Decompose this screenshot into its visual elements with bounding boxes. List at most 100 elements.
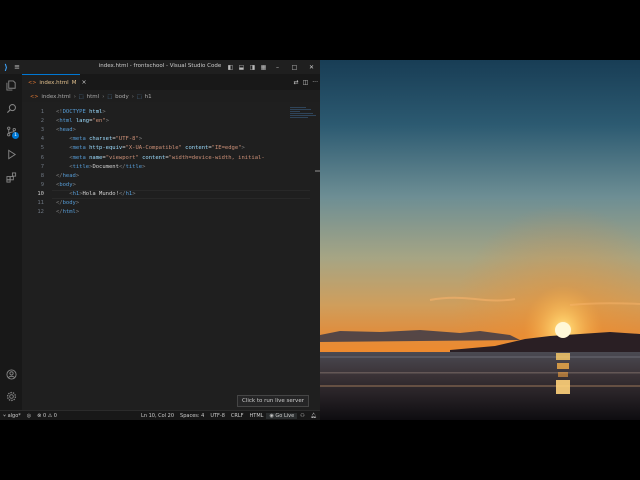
customize-layout-icon[interactable]: ▦: [258, 60, 269, 74]
breadcrumb-item[interactable]: h1: [145, 94, 152, 100]
code-text: <!DOCTYPE html>: [56, 109, 106, 115]
title-bar: ⟩ ≡ index.html - frontschool - Visual St…: [0, 60, 320, 74]
line-number: 10: [37, 190, 44, 197]
code-text: <html lang="en">: [56, 118, 109, 125]
extensions-icon[interactable]: [5, 171, 17, 183]
element-icon: ⬚: [136, 93, 142, 100]
line-number: 12: [37, 209, 44, 216]
status-bar: ⑂ algo* ◎ ⊗ 0 ⚠ 0 Ln 10, Col 20 Spaces: …: [0, 410, 320, 420]
branch-label: algo*: [7, 412, 21, 419]
sunset-scene: [320, 60, 640, 420]
go-live-button[interactable]: ◉ Go Live: [266, 413, 298, 419]
source-control-badge: 1: [12, 132, 19, 139]
close-button[interactable]: ✕: [303, 60, 320, 74]
tab-index-html[interactable]: <> index.html M ×: [22, 74, 87, 90]
run-debug-icon[interactable]: [5, 148, 17, 160]
line-number: 6: [40, 154, 44, 161]
search-icon[interactable]: [5, 102, 17, 114]
more-actions-icon[interactable]: ···: [312, 79, 318, 86]
sunset-wallpaper-image: [320, 60, 640, 420]
minimize-button[interactable]: –: [269, 60, 286, 74]
html-file-icon: <>: [30, 93, 39, 100]
encoding[interactable]: UTF-8: [207, 413, 228, 419]
copilot-icon[interactable]: ⚇: [297, 413, 307, 419]
element-icon: ⬚: [78, 93, 84, 100]
line-number: 9: [40, 181, 44, 188]
language-mode[interactable]: HTML: [247, 413, 267, 419]
code-line[interactable]: 10 <h1>Hola Mundo!</h1>: [22, 190, 320, 199]
code-line[interactable]: 9 <body>: [22, 181, 320, 190]
hamburger-menu-icon[interactable]: ≡: [12, 63, 22, 71]
code-editor[interactable]: 1 <!DOCTYPE html> 2 <html lang="en"> 3 <head>…: [22, 102, 320, 410]
editor-tabs: <> index.html M × ⇄ ◫ ···: [22, 74, 320, 90]
source-control-icon[interactable]: 1: [5, 125, 19, 139]
problems-status[interactable]: ⊗ 0 ⚠ 0: [34, 413, 60, 419]
code-line[interactable]: 3 <head>: [22, 126, 320, 135]
tab-modified-badge: M: [71, 79, 77, 86]
code-text: </head>: [56, 172, 80, 179]
code-line[interactable]: 8 </head>: [22, 172, 320, 181]
line-number: 8: [40, 172, 44, 179]
line-number: 1: [40, 109, 44, 115]
explorer-icon[interactable]: [5, 79, 17, 91]
code-text: <title>Document</title>: [69, 163, 146, 170]
maximize-button[interactable]: □: [286, 60, 303, 74]
code-text: </body>: [56, 200, 80, 206]
code-text: <meta http-equiv="X-UA-Compatible" conte…: [69, 145, 245, 152]
line-number: 7: [40, 163, 44, 170]
code-text: </html>: [56, 209, 80, 216]
errors-count: 0: [42, 412, 47, 419]
code-line[interactable]: 11 </body>: [22, 199, 320, 208]
code-line[interactable]: 1 <!DOCTYPE html>: [22, 108, 320, 117]
split-editor-icon[interactable]: ◫: [303, 79, 309, 86]
line-number: 5: [40, 145, 44, 152]
indentation[interactable]: Spaces: 4: [177, 413, 207, 419]
code-text: <meta charset="UTF-8">: [69, 136, 143, 143]
code-line[interactable]: 7 <title>Document</title>: [22, 163, 320, 172]
toggle-secondary-sidebar-icon[interactable]: ◨: [247, 60, 258, 74]
code-line[interactable]: 6 <meta name="viewport" content="width=d…: [22, 154, 320, 163]
tab-label: index.html: [39, 79, 69, 86]
line-number: 2: [40, 118, 44, 125]
status-right: Ln 10, Col 20 Spaces: 4 UTF-8 CRLF HTML …: [138, 411, 320, 420]
tab-close-icon[interactable]: ×: [81, 79, 86, 86]
code-text: <meta name="viewport" content="width=dev…: [69, 154, 265, 161]
breadcrumb-item[interactable]: index.html: [41, 94, 70, 100]
vscode-window: ⟩ ≡ index.html - frontschool - Visual St…: [0, 60, 320, 420]
code-text: <h1>Hola Mundo!</h1>: [69, 190, 136, 197]
breadcrumb-separator-icon: ›: [131, 93, 134, 100]
element-icon: ⬚: [107, 93, 113, 100]
code-line[interactable]: 2 <html lang="en">: [22, 117, 320, 126]
code-text: <head>: [56, 127, 76, 134]
code-line[interactable]: 4 <meta charset="UTF-8">: [22, 135, 320, 144]
title-bar-controls: ◧ ⬓ ◨ ▦ – □ ✕: [225, 60, 320, 74]
warnings-count: 0: [53, 412, 57, 419]
go-live-label: Go Live: [275, 413, 295, 419]
notifications-bell-icon[interactable]: 🔔︎: [308, 413, 320, 419]
breadcrumb-item[interactable]: body: [115, 94, 129, 100]
end-of-line[interactable]: CRLF: [228, 413, 247, 419]
line-number: 3: [40, 127, 44, 134]
line-number: 11: [37, 200, 44, 206]
branch-status[interactable]: ⑂ algo*: [0, 413, 24, 419]
breadcrumb-item[interactable]: html: [87, 94, 100, 100]
go-live-tooltip: Click to run live server: [237, 395, 309, 407]
html-file-icon: <>: [28, 79, 37, 86]
activity-bar: 1: [0, 74, 22, 410]
breadcrumb-separator-icon: ›: [73, 93, 76, 100]
editor-actions: ⇄ ◫ ···: [294, 74, 318, 90]
manage-gear-icon[interactable]: [5, 390, 17, 402]
toggle-panel-icon[interactable]: ⬓: [236, 60, 247, 74]
breadcrumb: <> index.html › ⬚ html › ⬚ body › ⬚ h1: [22, 91, 320, 102]
code-line[interactable]: 12 </html>: [22, 208, 320, 217]
breadcrumb-separator-icon: ›: [102, 93, 105, 100]
code-line[interactable]: 5 <meta http-equiv="X-UA-Compatible" con…: [22, 144, 320, 153]
toggle-primary-sidebar-icon[interactable]: ◧: [225, 60, 236, 74]
account-icon[interactable]: [5, 368, 17, 380]
code-text: <body>: [56, 181, 76, 188]
cursor-position[interactable]: Ln 10, Col 20: [138, 413, 177, 419]
vscode-logo-icon: ⟩: [4, 62, 8, 72]
sync-icon[interactable]: ◎: [24, 413, 34, 419]
open-changes-icon[interactable]: ⇄: [294, 79, 299, 86]
line-number: 4: [40, 136, 44, 143]
